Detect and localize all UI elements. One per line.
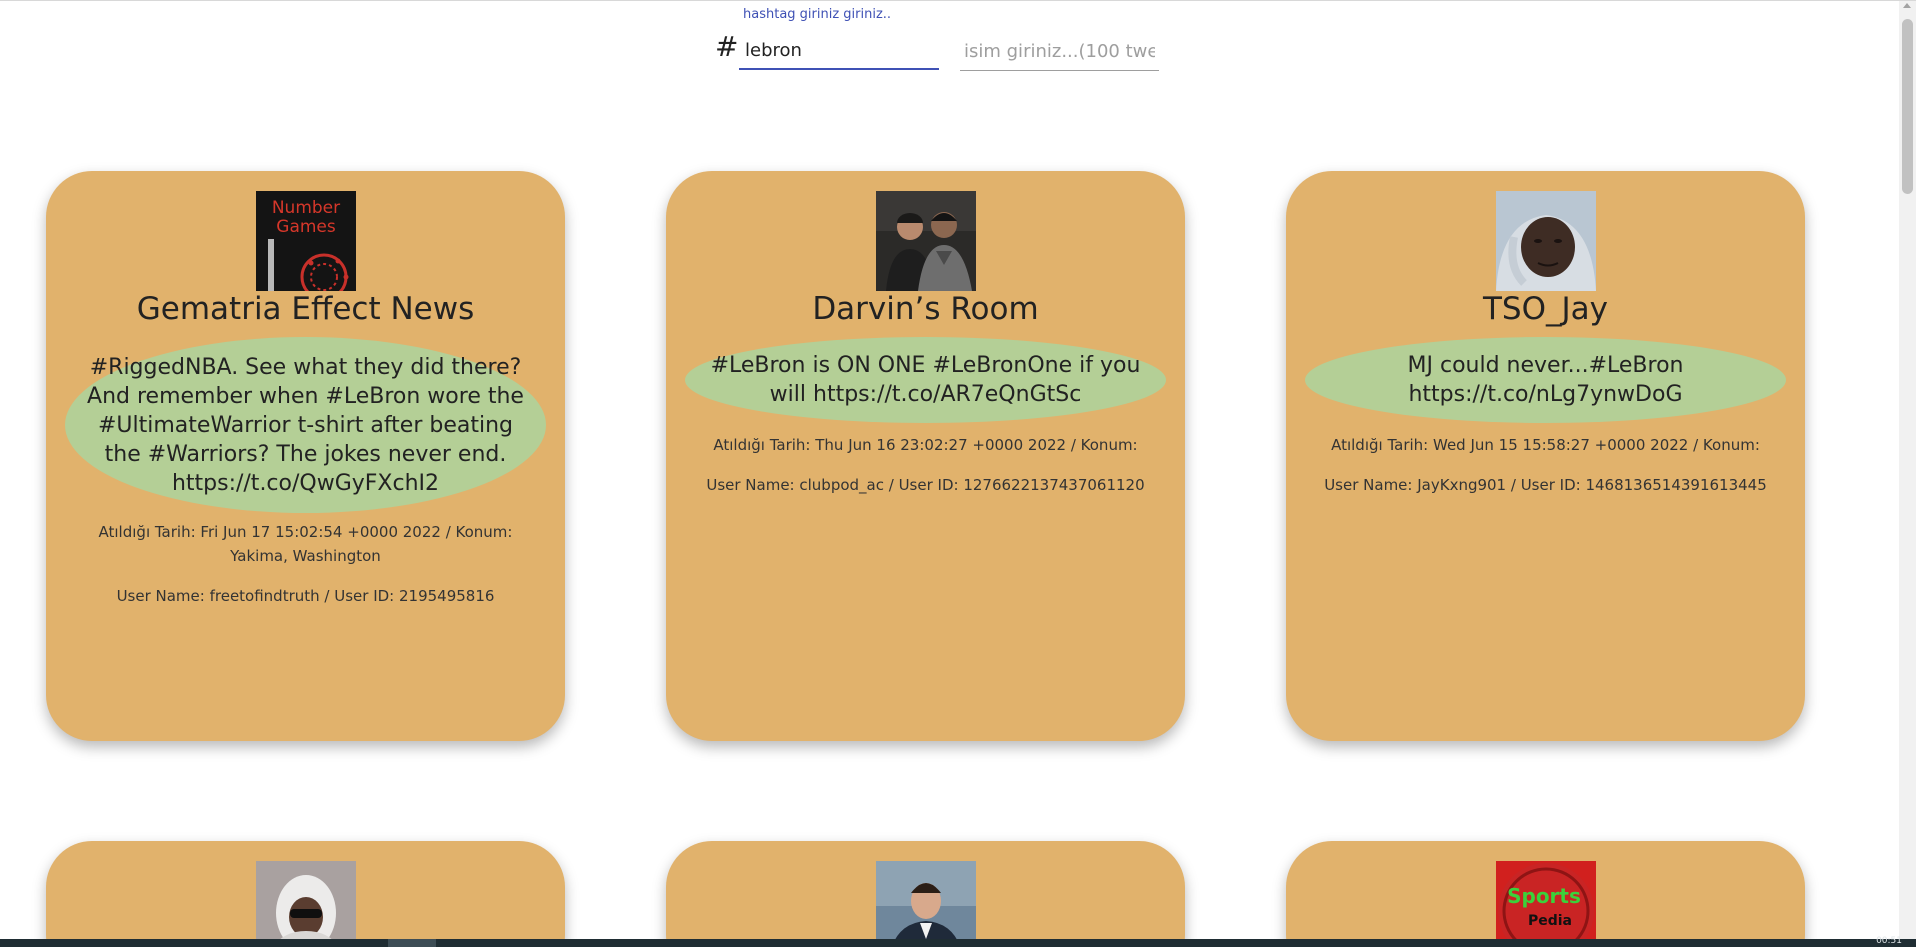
tweet-date-location: Atıldığı Tarih: Wed Jun 15 15:58:27 +000… (1331, 436, 1760, 454)
tweet-user-info: User Name: JayKxng901 / User ID: 1468136… (1324, 476, 1767, 494)
tweet-text: #RiggedNBA. See what they did there? And… (65, 337, 546, 513)
os-taskbar: 00:51 (0, 936, 1916, 947)
logo-text-line1: Sports (1507, 884, 1581, 908)
user-display-name: Gematria Effect News (136, 291, 475, 327)
tweet-date-location: Atıldığı Tarih: Thu Jun 16 23:02:27 +000… (713, 436, 1138, 454)
avatar-text-line1: Number (272, 198, 340, 218)
logo-text-line2: Pedia (1528, 913, 1572, 929)
user-display-name: Darvin’s Room (812, 291, 1039, 327)
tweet-card: Darvin’s Room #LeBron is ON ONE #LeBronO… (666, 171, 1185, 741)
username-input[interactable] (960, 32, 1159, 71)
person-white-hood-avatar-icon (256, 861, 356, 947)
tweet-card: TSO_Jay MJ could never...#LeBron https:/… (1286, 171, 1805, 741)
hashtag-input[interactable] (739, 32, 939, 70)
tweet-text: #LeBron is ON ONE #LeBronOne if you will… (685, 337, 1166, 423)
tweet-date-location: Atıldığı Tarih: Fri Jun 17 15:02:54 +000… (98, 523, 513, 565)
tweet-card: Number Games Gematria Effect News #Rigge… (46, 171, 565, 741)
avatar-text-line2: Games (276, 217, 336, 237)
hashtag-label: hashtag giriniz giriniz.. (743, 7, 892, 22)
number-games-avatar-icon: Number Games (256, 191, 356, 291)
scroll-up-icon[interactable] (1903, 3, 1911, 8)
tweet-card (666, 841, 1185, 947)
taskbar-active-app[interactable] (388, 939, 436, 947)
user-display-name: TSO_Jay (1483, 291, 1608, 327)
tweet-user-info: User Name: freetofindtruth / User ID: 21… (116, 587, 495, 605)
taskbar-clock: 00:51 (1876, 936, 1902, 946)
tweet-card (46, 841, 565, 947)
tweet-card: Sports Pedia (1286, 841, 1805, 947)
man-hoodie-avatar-icon (1496, 191, 1596, 291)
vertical-scrollbar[interactable] (1899, 1, 1916, 941)
tweet-user-info: User Name: clubpod_ac / User ID: 1276622… (706, 476, 1145, 494)
sports-pedia-logo-icon: Sports Pedia (1496, 861, 1596, 947)
search-bar: hashtag giriniz giriniz.. # (0, 1, 1916, 81)
man-in-suit-avatar-icon (876, 861, 976, 947)
hash-icon: # (715, 30, 739, 63)
tweet-text: MJ could never...#LeBron https://t.co/nL… (1305, 337, 1786, 423)
two-people-avatar-icon (876, 191, 976, 291)
scrollbar-thumb[interactable] (1902, 19, 1913, 194)
page: hashtag giriniz giriniz.. # Number Games… (0, 0, 1916, 947)
